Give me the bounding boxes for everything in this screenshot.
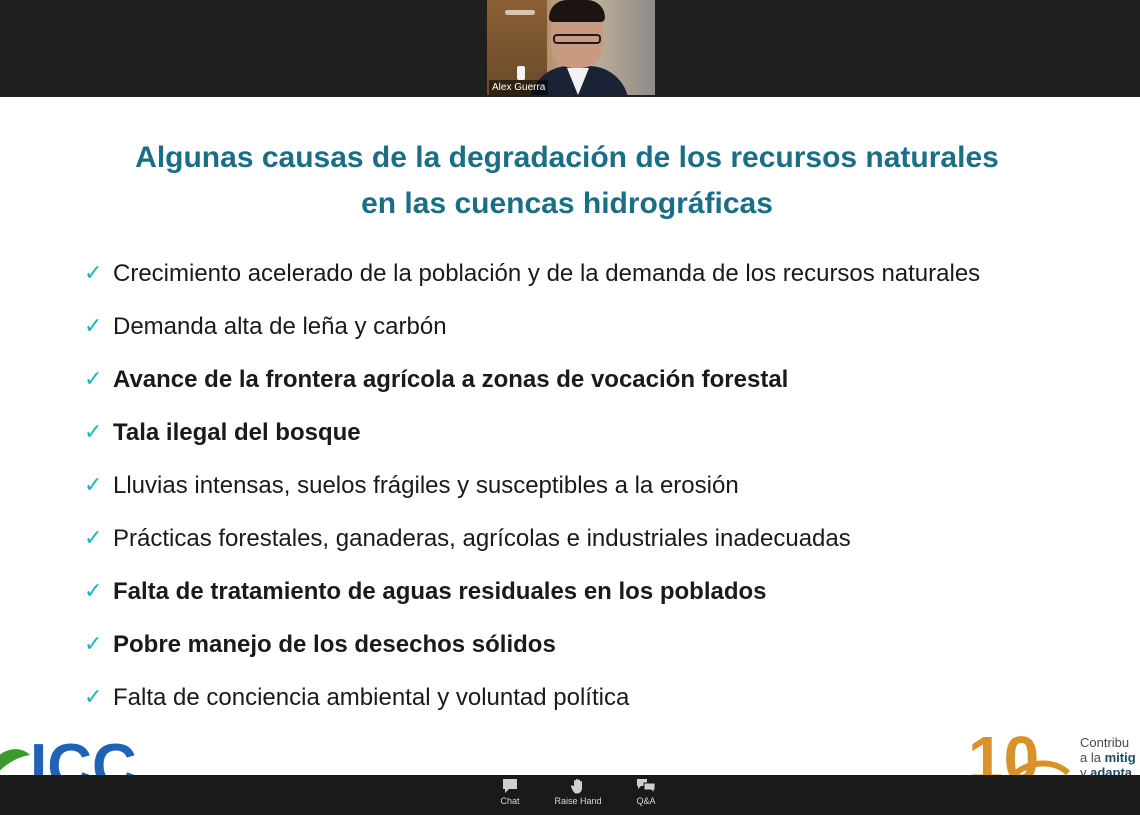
- bullet-item: ✓ Crecimiento acelerado de la población …: [84, 247, 980, 300]
- raise-hand-icon: [570, 779, 582, 794]
- anniversary-number-icon: 10: [968, 723, 1071, 775]
- checkmark-icon: ✓: [84, 314, 103, 339]
- bullet-text: Lluvias intensas, suelos frágiles y susc…: [113, 471, 739, 499]
- checkmark-icon: ✓: [84, 526, 103, 551]
- bullet-item: ✓ Avance de la frontera agrícola a zonas…: [84, 353, 980, 406]
- icc-logo-text: ICC: [30, 737, 137, 775]
- meeting-toolbar: Chat Raise Hand Q&A: [0, 775, 1140, 815]
- bullet-item: ✓ Pobre manejo de los desechos sólidos: [84, 618, 980, 671]
- anniversary-logo: 10 Contribu a la mitig y adapta: [968, 723, 1140, 775]
- bullet-text: Falta de tratamiento de aguas residuales…: [113, 577, 767, 605]
- raise-hand-label: Raise Hand: [554, 796, 602, 806]
- anniversary-tagline: Contribu a la mitig y adapta: [1080, 735, 1136, 775]
- chat-button[interactable]: Chat: [496, 778, 524, 806]
- checkmark-icon: ✓: [84, 261, 103, 286]
- bullet-text: Demanda alta de leña y carbón: [113, 312, 447, 340]
- video-background-lamp: [505, 10, 535, 15]
- checkmark-icon: ✓: [84, 473, 103, 498]
- chat-label: Chat: [500, 796, 520, 806]
- checkmark-icon: ✓: [84, 632, 103, 657]
- tagline-line-3: y adapta: [1080, 765, 1133, 775]
- chat-icon: [503, 779, 517, 793]
- participant-name-label: Alex Guerra: [489, 80, 549, 95]
- participant-hair: [549, 0, 605, 22]
- checkmark-icon: ✓: [84, 367, 103, 392]
- raise-hand-button[interactable]: Raise Hand: [552, 778, 604, 806]
- qa-label: Q&A: [636, 796, 656, 806]
- bullet-item: ✓ Lluvias intensas, suelos frágiles y su…: [84, 459, 980, 512]
- bullet-text: Falta de conciencia ambiental y voluntad…: [113, 683, 630, 711]
- tagline-line-2: a la mitig: [1080, 750, 1136, 765]
- qa-icon: [637, 779, 656, 794]
- bullet-item: ✓ Falta de tratamiento de aguas residual…: [84, 565, 980, 618]
- bullet-item: ✓ Tala ilegal del bosque: [84, 406, 980, 459]
- shared-slide: Algunas causas de la degradación de los …: [0, 97, 1140, 775]
- bullet-text: Tala ilegal del bosque: [113, 418, 361, 446]
- bullet-text: Pobre manejo de los desechos sólidos: [113, 630, 556, 658]
- video-background-phone: [517, 66, 525, 80]
- video-strip: Alex Guerra: [0, 0, 1140, 97]
- leaf-icon: [0, 749, 30, 771]
- bullet-text: Avance de la frontera agrícola a zonas d…: [113, 365, 789, 393]
- bullet-list: ✓ Crecimiento acelerado de la población …: [84, 247, 980, 724]
- tagline-line-1: Contribu: [1080, 735, 1130, 750]
- checkmark-icon: ✓: [84, 685, 103, 710]
- bullet-item: ✓ Demanda alta de leña y carbón: [84, 300, 980, 353]
- bullet-item: ✓ Prácticas forestales, ganaderas, agríc…: [84, 512, 980, 565]
- qa-button[interactable]: Q&A: [632, 778, 660, 806]
- bullet-text: Prácticas forestales, ganaderas, agrícol…: [113, 524, 851, 552]
- slide-title: Algunas causas de la degradación de los …: [0, 135, 1134, 227]
- slide-title-line-2: en las cuencas hidrográficas: [361, 187, 773, 220]
- bullet-text: Crecimiento acelerado de la población y …: [113, 259, 981, 287]
- participant-glasses: [553, 34, 601, 44]
- icc-logo: ICC: [0, 737, 137, 775]
- checkmark-icon: ✓: [84, 579, 103, 604]
- checkmark-icon: ✓: [84, 420, 103, 445]
- slide-title-line-1: Algunas causas de la degradación de los …: [135, 141, 999, 174]
- bullet-item: ✓ Falta de conciencia ambiental y volunt…: [84, 671, 980, 724]
